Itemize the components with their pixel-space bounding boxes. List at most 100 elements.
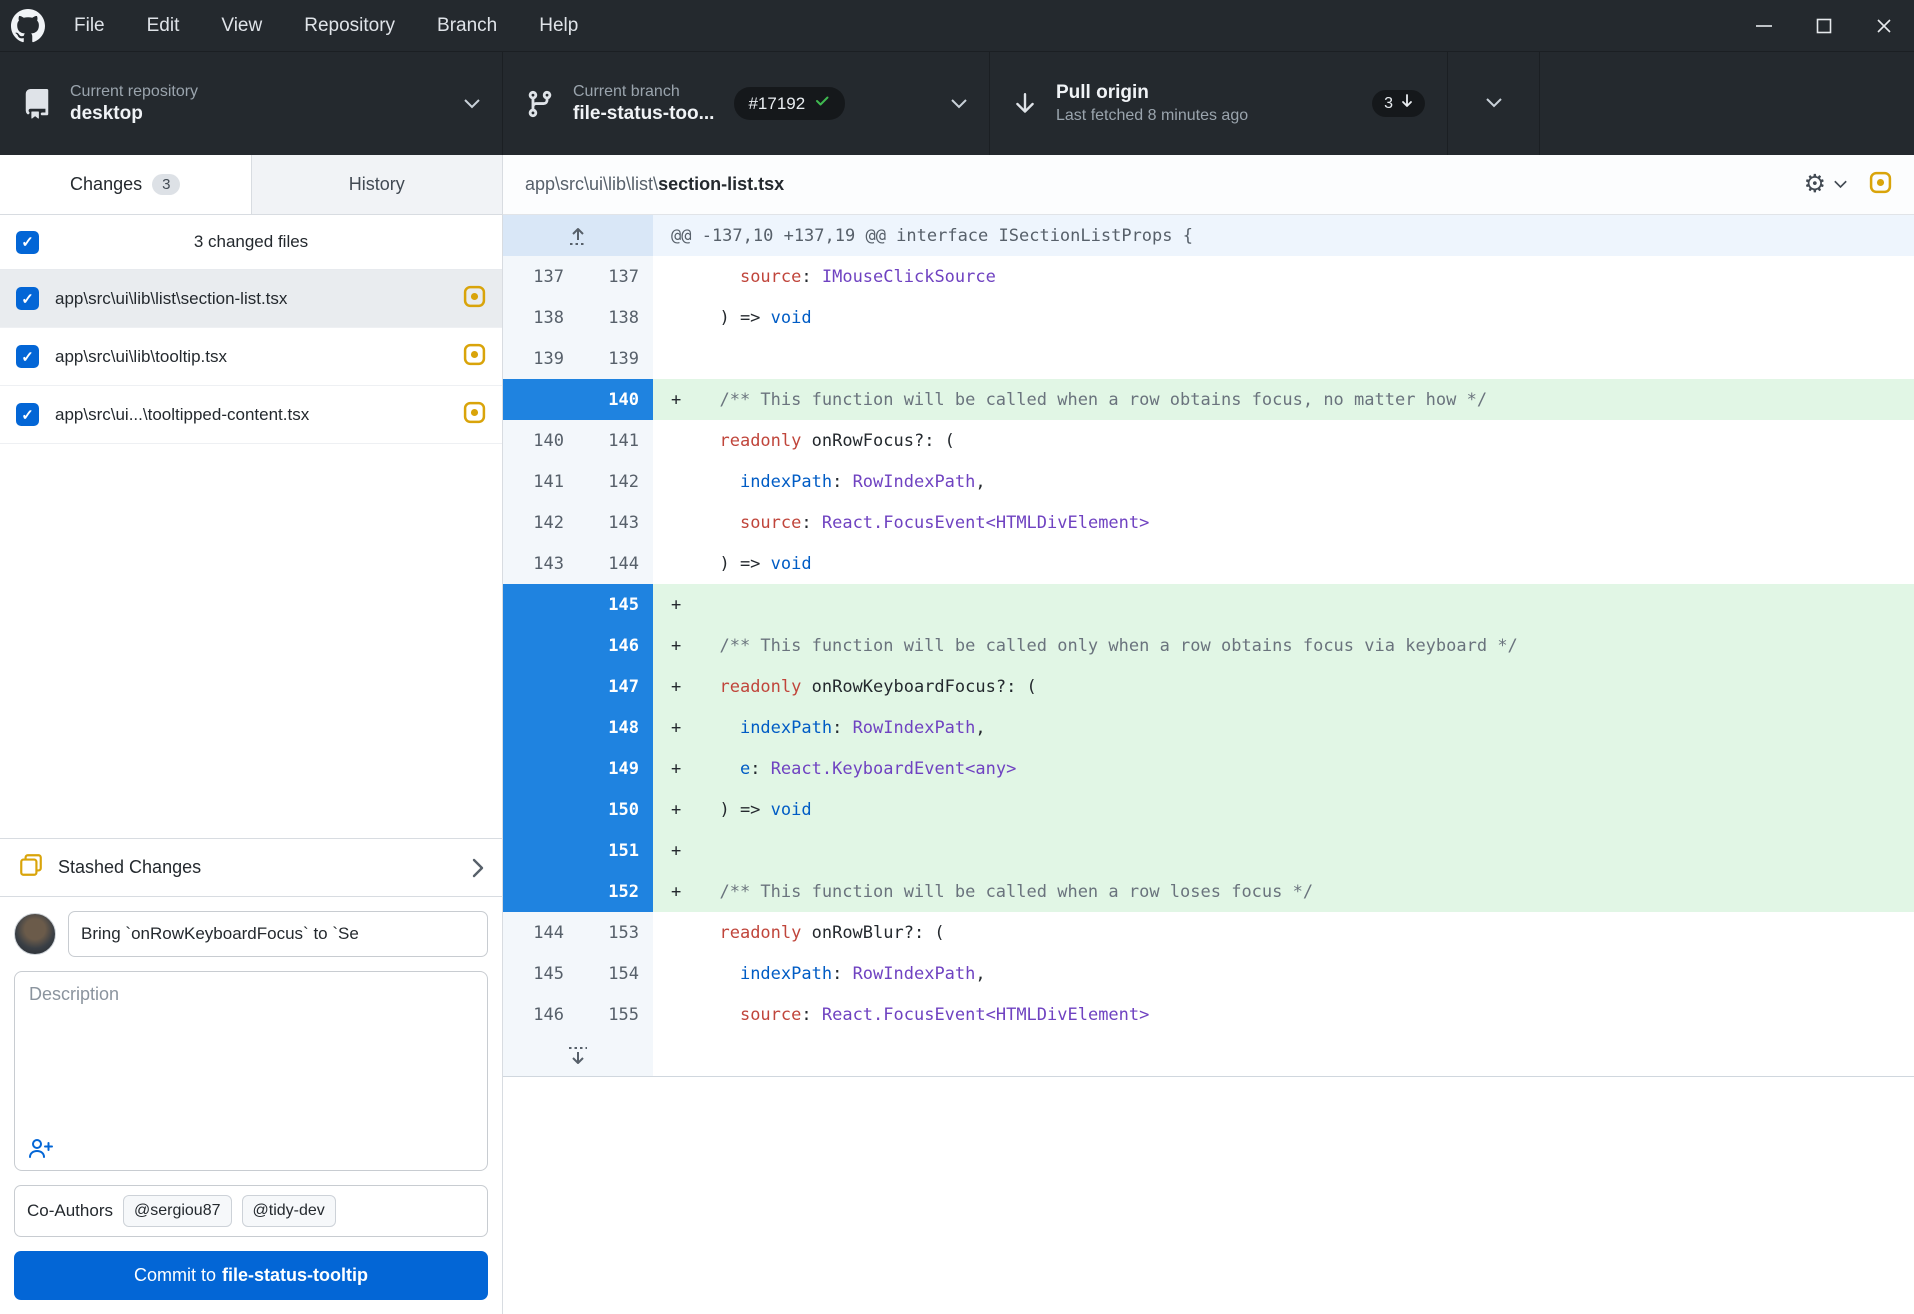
maximize-button[interactable] [1794, 0, 1854, 51]
menu-item-edit[interactable]: Edit [129, 9, 198, 43]
github-logo-icon [0, 9, 56, 43]
pull-origin-button[interactable]: Pull origin Last fetched 8 minutes ago 3 [990, 52, 1448, 155]
menu-item-help[interactable]: Help [521, 9, 596, 43]
changed-files-count: 3 changed files [39, 232, 463, 252]
commit-button[interactable]: Commit to file-status-tooltip [14, 1251, 488, 1300]
old-line-number[interactable]: 146 [503, 994, 578, 1035]
diff-row[interactable]: 149+ e: React.KeyboardEvent<any> [503, 748, 1914, 789]
modified-status-icon [463, 401, 486, 429]
new-line-number[interactable]: 141 [578, 420, 653, 461]
old-line-number[interactable]: 143 [503, 543, 578, 584]
file-row-tooltip[interactable]: ✓ app\src\ui\lib\tooltip.tsx [0, 328, 502, 386]
file-checkbox[interactable]: ✓ [16, 345, 39, 368]
tab-changes[interactable]: Changes 3 [0, 155, 251, 214]
new-line-number[interactable]: 152 [578, 871, 653, 912]
stashed-changes-row[interactable]: Stashed Changes [0, 838, 502, 896]
new-line-number[interactable]: 155 [578, 994, 653, 1035]
file-row-section-list[interactable]: ✓ app\src\ui\lib\list\section-list.tsx [0, 270, 502, 328]
new-line-number[interactable]: 150 [578, 789, 653, 830]
new-line-number[interactable]: 140 [578, 379, 653, 420]
new-line-number[interactable]: 149 [578, 748, 653, 789]
expand-hunk-up-button[interactable] [503, 215, 653, 256]
new-line-number[interactable]: 153 [578, 912, 653, 953]
diff-row[interactable]: 143144 ) => void [503, 543, 1914, 584]
menu-item-repository[interactable]: Repository [286, 9, 413, 43]
coauthor-chip[interactable]: @tidy-dev [242, 1195, 336, 1227]
new-line-number[interactable]: 147 [578, 666, 653, 707]
diff-row[interactable]: 140+ /** This function will be called wh… [503, 379, 1914, 420]
new-line-number[interactable]: 142 [578, 461, 653, 502]
menu-item-file[interactable]: File [56, 9, 123, 43]
diff-row[interactable]: 145+ [503, 584, 1914, 625]
diff-row[interactable]: 140141 readonly onRowFocus?: ( [503, 420, 1914, 461]
diff-row[interactable]: 139139 [503, 338, 1914, 379]
current-repository-button[interactable]: Current repository desktop [0, 52, 503, 155]
old-line-number[interactable] [503, 707, 578, 748]
old-line-number[interactable]: 145 [503, 953, 578, 994]
pr-status-badge[interactable]: #17192 [734, 87, 845, 120]
commit-button-prefix: Commit to [134, 1265, 216, 1286]
old-line-number[interactable] [503, 584, 578, 625]
diff-row[interactable]: 142143 source: React.FocusEvent<HTMLDivE… [503, 502, 1914, 543]
minimize-button[interactable] [1734, 0, 1794, 51]
chevron-down-icon [450, 99, 480, 109]
menu-item-branch[interactable]: Branch [419, 9, 515, 43]
diff-row[interactable]: 147+ readonly onRowKeyboardFocus?: ( [503, 666, 1914, 707]
new-line-number[interactable]: 154 [578, 953, 653, 994]
diff-row[interactable]: 146155 source: React.FocusEvent<HTMLDivE… [503, 994, 1914, 1035]
new-line-number[interactable]: 139 [578, 338, 653, 379]
old-line-number[interactable]: 140 [503, 420, 578, 461]
old-line-number[interactable]: 144 [503, 912, 578, 953]
new-line-number[interactable]: 145 [578, 584, 653, 625]
old-line-number[interactable]: 142 [503, 502, 578, 543]
close-button[interactable] [1854, 0, 1914, 51]
old-line-number[interactable] [503, 789, 578, 830]
old-line-number[interactable] [503, 830, 578, 871]
diff-row[interactable]: 148+ indexPath: RowIndexPath, [503, 707, 1914, 748]
file-checkbox[interactable]: ✓ [16, 287, 39, 310]
coauthor-chip[interactable]: @sergiou87 [123, 1195, 232, 1227]
file-checkbox[interactable]: ✓ [16, 403, 39, 426]
diff-row[interactable]: 141142 indexPath: RowIndexPath, [503, 461, 1914, 502]
new-line-number[interactable]: 151 [578, 830, 653, 871]
new-line-number[interactable]: 138 [578, 297, 653, 338]
added-line-marker: + [653, 595, 699, 615]
add-coauthor-button[interactable] [27, 1136, 55, 1160]
old-line-number[interactable] [503, 666, 578, 707]
new-line-number[interactable]: 143 [578, 502, 653, 543]
old-line-number[interactable] [503, 379, 578, 420]
diff-row[interactable]: 137137 source: IMouseClickSource [503, 256, 1914, 297]
old-line-number[interactable] [503, 748, 578, 789]
diff-row[interactable]: 138138 ) => void [503, 297, 1914, 338]
diff-row[interactable]: 145154 indexPath: RowIndexPath, [503, 953, 1914, 994]
coauthors-field[interactable]: Co-Authors @sergiou87 @tidy-dev [14, 1185, 488, 1237]
diff-row[interactable]: 152+ /** This function will be called wh… [503, 871, 1914, 912]
new-line-number[interactable]: 137 [578, 256, 653, 297]
tab-history[interactable]: History [251, 155, 503, 214]
chevron-down-icon [937, 99, 967, 109]
old-line-number[interactable]: 137 [503, 256, 578, 297]
new-line-number[interactable]: 146 [578, 625, 653, 666]
diff-row[interactable]: 144153 readonly onRowBlur?: ( [503, 912, 1914, 953]
old-line-number[interactable]: 139 [503, 338, 578, 379]
old-line-number[interactable] [503, 871, 578, 912]
commit-summary-input[interactable] [68, 911, 488, 957]
old-line-number[interactable]: 138 [503, 297, 578, 338]
modified-status-icon [463, 285, 486, 313]
diff-row[interactable]: 146+ /** This function will be called on… [503, 625, 1914, 666]
diff-row[interactable]: 151+ [503, 830, 1914, 871]
diff-options-button[interactable]: ⚙ [1804, 172, 1847, 197]
pull-options-dropdown[interactable] [1448, 52, 1540, 155]
menu-item-view[interactable]: View [203, 9, 280, 43]
new-line-number[interactable]: 144 [578, 543, 653, 584]
old-line-number[interactable]: 141 [503, 461, 578, 502]
expand-hunk-down-button[interactable] [503, 1035, 653, 1076]
file-row-tooltipped-content[interactable]: ✓ app\src\ui...\tooltipped-content.tsx [0, 386, 502, 444]
old-line-number[interactable] [503, 625, 578, 666]
diff-file-header: app\src\ui\lib\list\section-list.tsx ⚙ [503, 155, 1914, 215]
commit-description-input[interactable] [15, 972, 487, 1120]
current-branch-button[interactable]: Current branch file-status-too... #17192 [503, 52, 990, 155]
select-all-checkbox[interactable]: ✓ [16, 231, 39, 254]
new-line-number[interactable]: 148 [578, 707, 653, 748]
diff-row[interactable]: 150+ ) => void [503, 789, 1914, 830]
